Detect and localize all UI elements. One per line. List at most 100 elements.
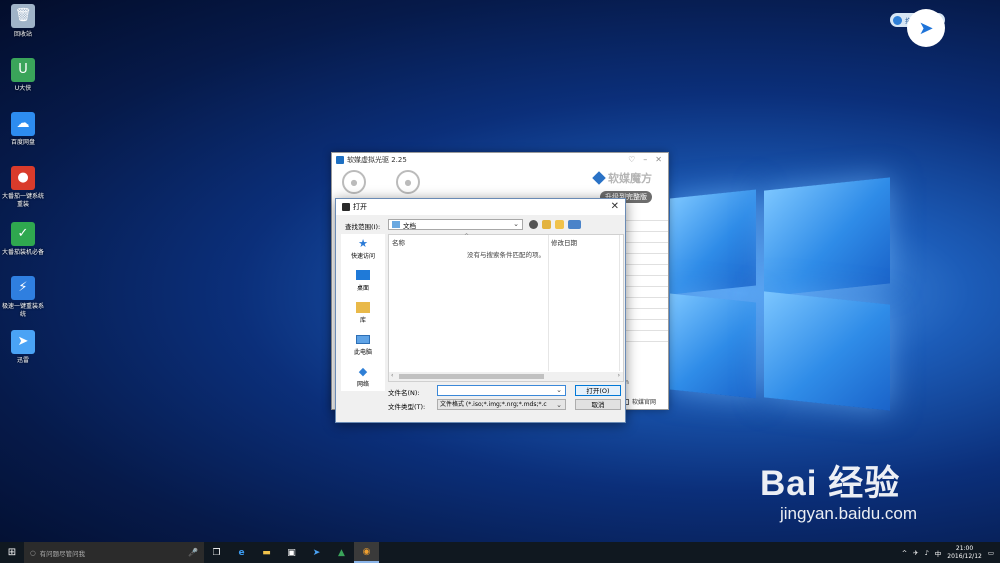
app-drive-list: [623, 210, 668, 356]
app-logo-icon: [336, 155, 344, 164]
virtual-drive-taskbar-icon[interactable]: ◉: [354, 542, 379, 563]
app-brand[interactable]: 软媒魔方: [592, 170, 652, 186]
network-tray-icon[interactable]: ✈: [913, 549, 918, 557]
desktop-icon-baidu-netdisk[interactable]: ☁ 百度网盘: [0, 112, 46, 147]
minimize-icon[interactable]: –: [643, 155, 647, 164]
start-button[interactable]: ⊞: [0, 542, 24, 563]
watermark-sub: jingyan.baidu.com: [780, 504, 918, 523]
windows-hero-logo: [668, 177, 892, 411]
tray-expand-icon[interactable]: ^: [902, 549, 907, 557]
open-file-dialog[interactable]: 打开 ✕ 查找范围(I): 文档 ⌄ ★ 快速访问 桌面 库 此电脑 ◆ 网络 …: [335, 198, 626, 423]
place-library[interactable]: 库: [341, 298, 385, 330]
volume-icon[interactable]: ♪: [925, 549, 929, 557]
scrollbar-thumb[interactable]: [399, 374, 544, 379]
clock[interactable]: 21:00 2016/12/12: [947, 545, 982, 561]
dialog-titlebar[interactable]: 打开: [336, 199, 625, 215]
list-row: [624, 221, 668, 232]
file-explorer-icon[interactable]: ▬: [254, 542, 279, 563]
filetype-value: 文件格式 (*.iso;*.img;*.nrg;*.mds;*.c: [440, 401, 547, 408]
network-icon: ◆: [358, 364, 368, 378]
make-disc-icon[interactable]: ●: [396, 170, 420, 194]
clock-time: 21:00: [955, 544, 974, 552]
desktop-icon-quick-reinstall[interactable]: ⚡ 极速一键重装系统: [0, 276, 46, 319]
look-in-dropdown[interactable]: 文档 ⌄: [388, 219, 523, 230]
place-label: 快速访问: [350, 253, 375, 260]
clock-date: 2016/12/12: [947, 552, 982, 560]
new-folder-icon[interactable]: [555, 220, 564, 229]
u-daxia-icon: U: [11, 58, 35, 82]
system-tray: ^ ✈ ♪ 中 21:00 2016/12/12 ▭: [902, 542, 1000, 563]
list-row: [624, 276, 668, 287]
cortana-search-box[interactable]: ○ 有问题尽管问我 🎤: [24, 542, 204, 563]
upload-icon: [893, 15, 902, 25]
desktop-icon-tomato-reinstall[interactable]: ● 大番茄一键系统重装: [0, 166, 46, 209]
look-in-value: 文档: [403, 221, 416, 230]
search-circle-icon: ○: [30, 548, 36, 557]
app-titlebar[interactable]: 软媒虚拟光驱 2.25: [332, 153, 668, 166]
app-brand-label: 软媒魔方: [608, 172, 652, 185]
place-this-pc[interactable]: 此电脑: [341, 330, 385, 362]
list-row: [624, 331, 668, 342]
desktop-icon-tomato-essentials[interactable]: ✓ 大番茄装机必备: [0, 222, 46, 257]
list-row: [624, 298, 668, 309]
desktop-icon-recycle-bin[interactable]: 🗑 回收站: [0, 4, 46, 39]
cancel-button[interactable]: 取消: [575, 399, 621, 410]
desktop-icon-label: U大侠: [14, 85, 32, 92]
place-desktop[interactable]: 桌面: [341, 266, 385, 298]
xunlei-taskbar-icon[interactable]: ➤: [304, 542, 329, 563]
shopping-bag-icon: ✓: [11, 222, 35, 246]
filetype-select[interactable]: 文件格式 (*.iso;*.img;*.nrg;*.mds;*.c ⌄: [437, 399, 566, 410]
computer-icon: [356, 333, 370, 345]
list-row: [624, 287, 668, 298]
xunlei-bird-icon: ➤: [11, 330, 35, 354]
empty-message: 没有与搜索条件匹配的项。: [467, 251, 545, 259]
load-disc-icon[interactable]: ●: [342, 170, 366, 194]
watermark-main: Bai 经验: [760, 464, 901, 503]
official-site-link[interactable]: 软媒官网: [632, 397, 656, 406]
desktop-icon-u-daxia[interactable]: U U大侠: [0, 58, 46, 93]
open-button[interactable]: 打开(O): [575, 385, 621, 396]
store-icon[interactable]: ▣: [279, 542, 304, 563]
horizontal-scrollbar[interactable]: ‹ ›: [389, 372, 623, 381]
baidu-jingyan-watermark: Bai 经验 jingyan.baidu.com: [760, 455, 917, 524]
task-view-icon[interactable]: ❐: [204, 542, 229, 563]
column-header-name[interactable]: 名称: [392, 237, 405, 247]
notification-icon[interactable]: ▭: [988, 549, 994, 557]
u-daxia-taskbar-icon[interactable]: ▲: [329, 542, 354, 563]
back-icon[interactable]: [529, 220, 538, 229]
place-label: 网络: [356, 381, 369, 388]
feedback-icon[interactable]: ♡: [628, 155, 635, 164]
desktop-icon-label: 大番茄装机必备: [1, 249, 44, 256]
list-row: [624, 210, 668, 221]
desktop-icon-label: 百度网盘: [10, 139, 35, 146]
column-divider: [619, 235, 620, 371]
chevron-down-icon[interactable]: ⌄: [556, 386, 562, 394]
view-menu-icon[interactable]: [568, 220, 581, 229]
float-ball-icon[interactable]: ➤: [907, 9, 945, 47]
up-folder-icon[interactable]: [542, 220, 551, 229]
place-network[interactable]: ◆ 网络: [341, 362, 385, 394]
dialog-close-icon[interactable]: ✕: [611, 201, 619, 212]
scroll-left-icon[interactable]: ‹: [391, 372, 393, 379]
scroll-right-icon[interactable]: ›: [618, 372, 620, 379]
column-header-modified[interactable]: 修改日期: [551, 237, 577, 247]
desktop-icon-label: 大番茄一键系统重装: [1, 193, 44, 208]
file-list[interactable]: 名称 ^ 修改日期 没有与搜索条件匹配的项。 ‹ ›: [388, 233, 624, 382]
edge-browser-icon[interactable]: e: [229, 542, 254, 563]
microphone-icon[interactable]: 🎤: [188, 548, 198, 557]
desktop-icon-label: 迅雷: [16, 357, 29, 364]
list-row: [624, 265, 668, 276]
search-placeholder: 有问题尽管问我: [39, 549, 86, 558]
desktop-icon-label: 回收站: [13, 31, 32, 38]
filename-input[interactable]: ⌄: [437, 385, 566, 396]
taskbar: ⊞ ○ 有问题尽管问我 🎤 ❐ e ▬ ▣ ➤ ▲ ◉ ^ ✈ ♪ 中 21:0…: [0, 542, 1000, 563]
desktop-icon-xunlei[interactable]: ➤ 迅雷: [0, 330, 46, 365]
place-quick-access[interactable]: ★ 快速访问: [341, 234, 385, 266]
list-row: [624, 243, 668, 254]
list-row: [624, 309, 668, 320]
close-icon[interactable]: ✕: [655, 155, 662, 164]
dialog-toolbar: [529, 220, 581, 229]
lightning-icon: ⚡: [11, 276, 35, 300]
ime-indicator[interactable]: 中: [935, 548, 942, 558]
list-row: [624, 232, 668, 243]
